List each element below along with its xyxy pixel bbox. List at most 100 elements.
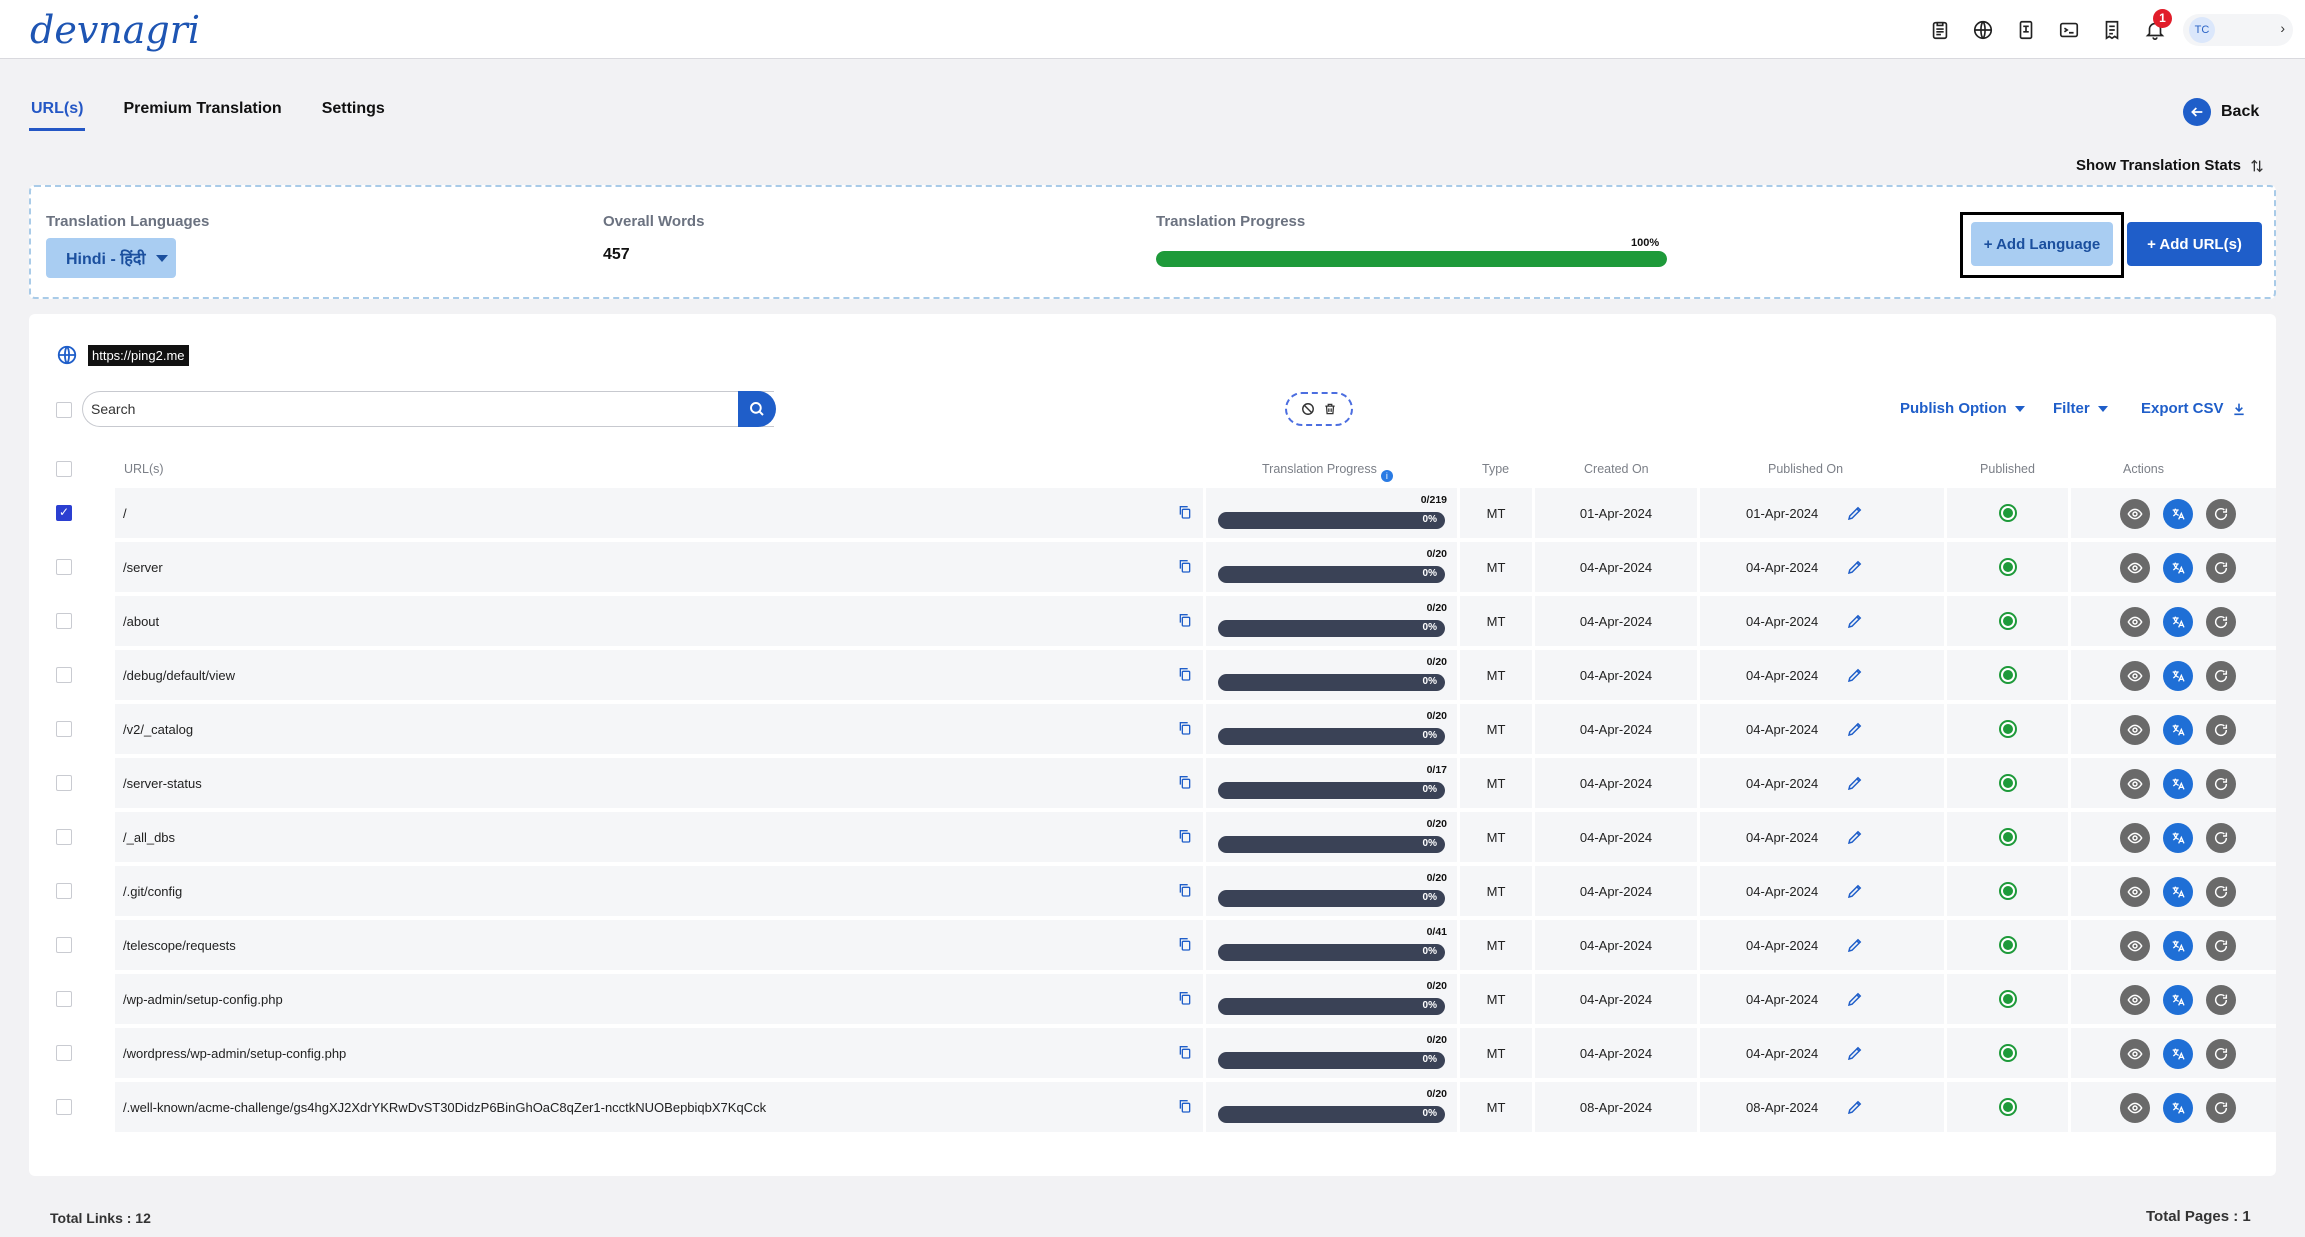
row-checkbox[interactable] <box>56 829 72 845</box>
translate-button[interactable] <box>2163 1093 2193 1123</box>
filter-dropdown[interactable]: Filter <box>2053 400 2108 417</box>
row-checkbox[interactable] <box>56 1045 72 1061</box>
pencil-icon[interactable] <box>1846 666 1864 684</box>
pencil-icon[interactable] <box>1846 1044 1864 1062</box>
url-text[interactable]: /about <box>123 614 159 629</box>
view-button[interactable] <box>2120 1093 2150 1123</box>
tab-urls[interactable]: URL(s) <box>29 98 86 131</box>
refresh-button[interactable] <box>2206 877 2236 907</box>
view-button[interactable] <box>2120 499 2150 529</box>
refresh-button[interactable] <box>2206 985 2236 1015</box>
invoice-icon[interactable] <box>2097 15 2127 45</box>
refresh-button[interactable] <box>2206 823 2236 853</box>
search-input[interactable]: Search <box>82 391 774 427</box>
row-checkbox[interactable] <box>56 613 72 629</box>
url-text[interactable]: /wordpress/wp-admin/setup-config.php <box>123 1046 346 1061</box>
copy-icon[interactable] <box>1177 1098 1193 1114</box>
clipboard-icon[interactable] <box>1925 15 1955 45</box>
trash-icon[interactable] <box>1323 402 1337 416</box>
view-button[interactable] <box>2120 1039 2150 1069</box>
row-checkbox[interactable] <box>56 505 72 521</box>
translate-button[interactable] <box>2163 823 2193 853</box>
view-button[interactable] <box>2120 931 2150 961</box>
refresh-button[interactable] <box>2206 715 2236 745</box>
row-checkbox[interactable] <box>56 937 72 953</box>
refresh-button[interactable] <box>2206 499 2236 529</box>
copy-icon[interactable] <box>1177 990 1193 1006</box>
info-icon[interactable]: i <box>1380 470 1393 482</box>
row-checkbox[interactable] <box>56 883 72 899</box>
translate-button[interactable] <box>2163 985 2193 1015</box>
copy-icon[interactable] <box>1177 774 1193 790</box>
view-button[interactable] <box>2120 823 2150 853</box>
view-button[interactable] <box>2120 715 2150 745</box>
pencil-icon[interactable] <box>1846 720 1864 738</box>
url-text[interactable]: /v2/_catalog <box>123 722 193 737</box>
row-checkbox[interactable] <box>56 667 72 683</box>
add-url-button[interactable]: + Add URL(s) <box>2127 222 2262 266</box>
translate-button[interactable] <box>2163 715 2193 745</box>
export-csv-button[interactable]: Export CSV <box>2141 400 2247 417</box>
pencil-icon[interactable] <box>1846 828 1864 846</box>
select-all-checkbox[interactable] <box>56 402 72 418</box>
show-translation-stats-toggle[interactable]: Show Translation Stats <box>2076 157 2265 174</box>
copy-icon[interactable] <box>1177 882 1193 898</box>
row-checkbox[interactable] <box>56 991 72 1007</box>
row-checkbox[interactable] <box>56 721 72 737</box>
refresh-button[interactable] <box>2206 769 2236 799</box>
translate-button[interactable] <box>2163 931 2193 961</box>
app-logo[interactable]: devnagri <box>30 8 200 52</box>
translate-button[interactable] <box>2163 877 2193 907</box>
row-checkbox[interactable] <box>56 1099 72 1115</box>
translate-button[interactable] <box>2163 607 2193 637</box>
pencil-icon[interactable] <box>1846 1098 1864 1116</box>
bell-icon[interactable]: 1 <box>2140 8 2172 45</box>
row-checkbox[interactable] <box>56 775 72 791</box>
copy-icon[interactable] <box>1177 558 1193 574</box>
pencil-icon[interactable] <box>1846 504 1864 522</box>
url-text[interactable]: /debug/default/view <box>123 668 235 683</box>
tab-premium-translation[interactable]: Premium Translation <box>121 98 283 131</box>
pencil-icon[interactable] <box>1846 882 1864 900</box>
copy-icon[interactable] <box>1177 720 1193 736</box>
add-language-button[interactable]: + Add Language <box>1971 222 2113 266</box>
copy-icon[interactable] <box>1177 666 1193 682</box>
pencil-icon[interactable] <box>1846 936 1864 954</box>
url-text[interactable]: /_all_dbs <box>123 830 175 845</box>
search-button[interactable] <box>738 391 776 427</box>
document-translate-icon[interactable] <box>2011 15 2041 45</box>
block-icon[interactable] <box>1301 402 1315 416</box>
pencil-icon[interactable] <box>1846 558 1864 576</box>
header-checkbox[interactable] <box>56 461 72 477</box>
refresh-button[interactable] <box>2206 931 2236 961</box>
url-text[interactable]: /.well-known/acme-challenge/gs4hgXJ2XdrY… <box>123 1100 766 1115</box>
language-dropdown[interactable]: Hindi - हिंदी <box>46 238 176 278</box>
url-text[interactable]: /server-status <box>123 776 202 791</box>
copy-icon[interactable] <box>1177 504 1193 520</box>
translate-button[interactable] <box>2163 769 2193 799</box>
copy-icon[interactable] <box>1177 612 1193 628</box>
pencil-icon[interactable] <box>1846 774 1864 792</box>
url-text[interactable]: /.git/config <box>123 884 182 899</box>
user-menu[interactable]: TC › <box>2183 13 2293 46</box>
copy-icon[interactable] <box>1177 1044 1193 1060</box>
globe-icon[interactable] <box>1968 15 1998 45</box>
url-text[interactable]: /server <box>123 560 163 575</box>
view-button[interactable] <box>2120 553 2150 583</box>
url-text[interactable]: /telescope/requests <box>123 938 236 953</box>
url-text[interactable]: /wp-admin/setup-config.php <box>123 992 283 1007</box>
copy-icon[interactable] <box>1177 828 1193 844</box>
pencil-icon[interactable] <box>1846 612 1864 630</box>
refresh-button[interactable] <box>2206 553 2236 583</box>
tab-settings[interactable]: Settings <box>320 98 387 131</box>
back-button[interactable]: Back <box>2183 98 2259 126</box>
translate-button[interactable] <box>2163 661 2193 691</box>
pencil-icon[interactable] <box>1846 990 1864 1008</box>
view-button[interactable] <box>2120 607 2150 637</box>
terminal-icon[interactable] <box>2054 15 2084 45</box>
view-button[interactable] <box>2120 769 2150 799</box>
view-button[interactable] <box>2120 877 2150 907</box>
copy-icon[interactable] <box>1177 936 1193 952</box>
translate-button[interactable] <box>2163 553 2193 583</box>
publish-option-dropdown[interactable]: Publish Option <box>1900 400 2025 417</box>
